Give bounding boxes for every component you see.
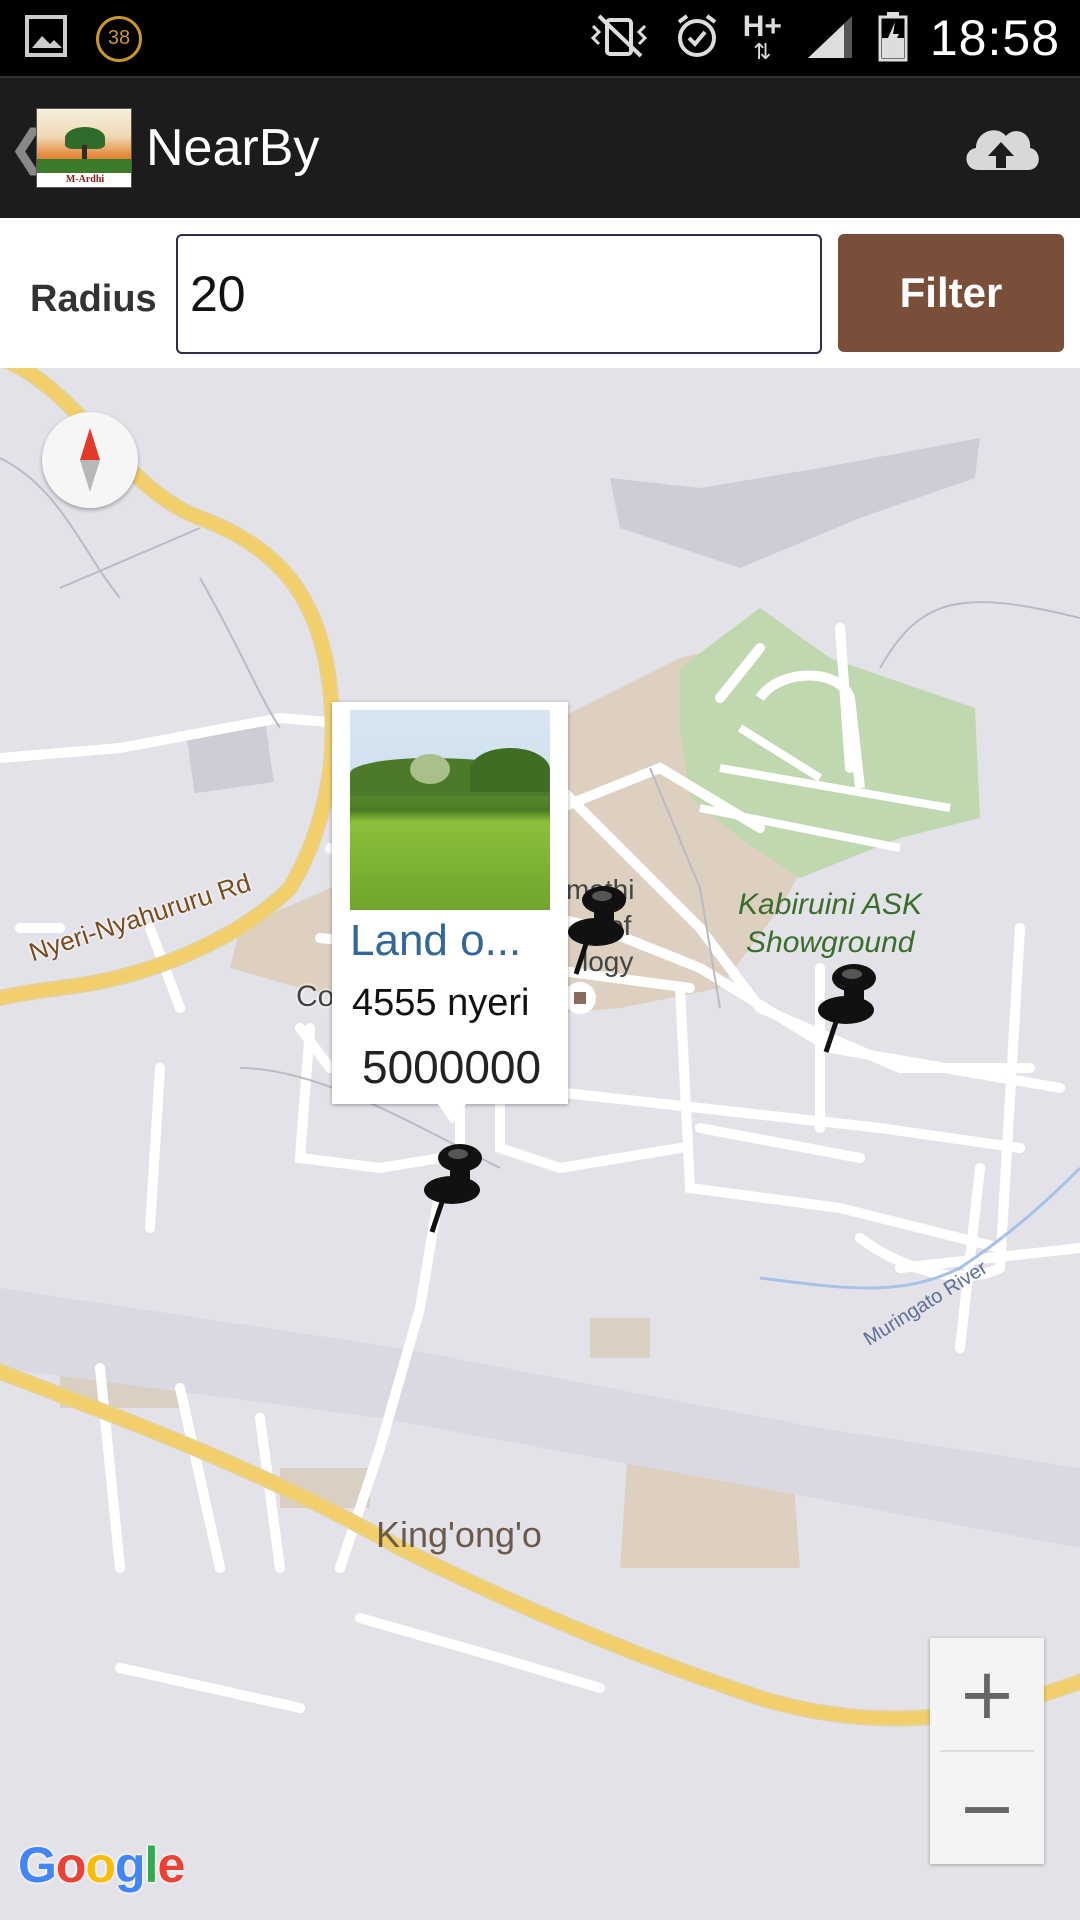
- photo-tree: [470, 748, 550, 792]
- app-logo[interactable]: M-Ardhi: [36, 108, 132, 188]
- filter-row: Radius Filter: [0, 218, 1080, 368]
- photo-tree: [410, 754, 450, 784]
- upload-button[interactable]: [958, 114, 1044, 184]
- status-bar: 38 H+ ⇅ 18:58: [0, 0, 1080, 76]
- network-type-icon: H+ ⇅: [742, 10, 782, 65]
- zoom-in-button[interactable]: +: [930, 1638, 1044, 1750]
- page-title: NearBy: [146, 119, 320, 177]
- property-price: 5000000: [362, 1041, 542, 1093]
- signal-strength-icon: [804, 12, 856, 65]
- map-pin-icon[interactable]: [414, 1136, 494, 1236]
- property-description: 4555 nyeri: [352, 982, 530, 1024]
- filter-button[interactable]: Filter: [838, 234, 1064, 352]
- map-pin-icon[interactable]: [558, 878, 638, 978]
- radius-label: Radius: [30, 278, 157, 320]
- zoom-control: + −: [930, 1638, 1044, 1864]
- logo-ground: [37, 159, 131, 173]
- gallery-notification-icon: [24, 14, 68, 63]
- zoom-out-button[interactable]: −: [930, 1752, 1044, 1864]
- status-left: 38: [24, 14, 142, 63]
- logo-text: M-Ardhi: [65, 174, 105, 185]
- map-tiles: [0, 368, 1080, 1727]
- property-photo: [350, 710, 550, 910]
- compass-button[interactable]: [42, 412, 138, 508]
- cloud-upload-icon: [966, 130, 1039, 170]
- poi-label-kabiruini-line2: Showground: [746, 926, 915, 959]
- place-label-kingongo: King'ong'o: [376, 1514, 542, 1555]
- battery-icon: [878, 10, 908, 67]
- marker-info-window[interactable]: Land o... 4555 nyeri 5000000: [332, 702, 568, 1124]
- poi-label-kabiruini-line1: Kabiruini ASK: [738, 888, 922, 921]
- compass-icon: [80, 428, 100, 492]
- action-bar: ❮ M-Ardhi NearBy: [0, 76, 1080, 218]
- property-title[interactable]: Land o...: [350, 916, 560, 966]
- alarm-icon: [673, 12, 721, 65]
- map-view[interactable]: Nyeri-Nyahururu Rd Coffee Plantation Kab…: [0, 368, 1080, 1920]
- vibrate-mute-icon: [587, 12, 651, 65]
- map-pin-icon[interactable]: [808, 956, 888, 1056]
- radius-input[interactable]: [176, 234, 822, 354]
- notification-badge: 38: [96, 15, 142, 62]
- google-logo: Google: [18, 1837, 185, 1893]
- clock: 18:58: [929, 10, 1060, 66]
- status-right: H+ ⇅ 18:58: [587, 6, 1060, 70]
